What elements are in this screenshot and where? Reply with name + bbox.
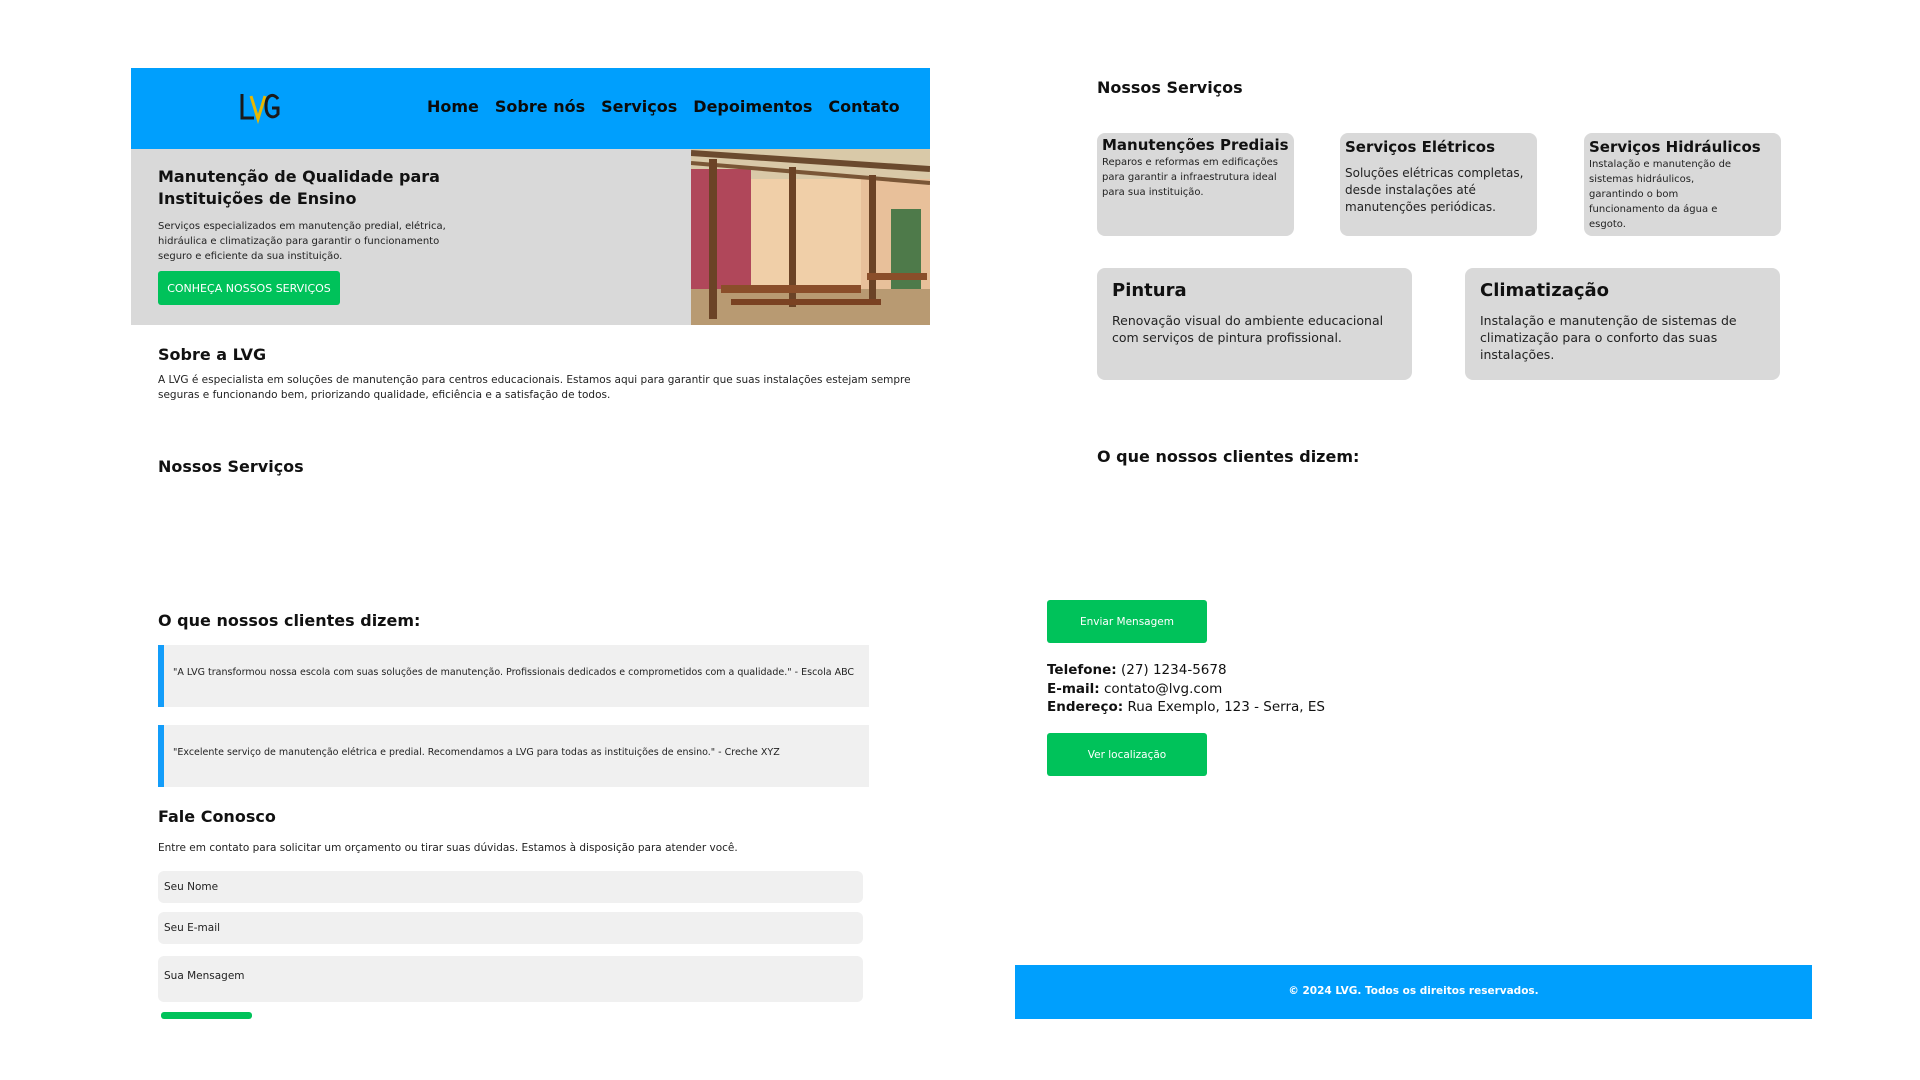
service-card-title: Climatização [1480,280,1610,301]
service-card-text: Instalação e manutenção de sistemas hidr… [1589,159,1732,230]
services-title: Nossos Serviços [158,457,304,476]
service-card: Serviços Hidráulicos Instalação e manute… [1584,133,1781,236]
submit-button[interactable] [161,1012,252,1019]
phone-value: (27) 1234-5678 [1120,662,1227,678]
about-text: A LVG é especialista em soluções de manu… [158,374,911,401]
address-value: Rua Exemplo, 123 - Serra, ES [1127,699,1325,715]
nav-contact[interactable]: Contato [828,97,899,116]
service-card-title: Serviços Elétricos [1345,138,1496,156]
email-label: E-mail: [1047,681,1100,697]
service-card-text: Renovação visual do ambiente educacional… [1112,313,1384,345]
service-card: Climatização Instalação e manutenção de … [1465,268,1780,380]
nav-services[interactable]: Serviços [601,97,677,116]
service-card: Pintura Renovação visual do ambiente edu… [1097,268,1412,380]
service-card-title: Serviços Hidráulicos [1589,138,1761,156]
hero-text: Serviços especializados em manutenção pr… [158,221,446,262]
hero-title: Manutenção de Qualidade para Instituiçõe… [158,167,440,208]
right-testimonials-title: O que nossos clientes dizem: [1097,447,1360,466]
service-card-title: Manutenções Prediais [1102,136,1289,154]
service-card-text: Reparos e reformas em edificações para g… [1102,157,1278,198]
nav-about[interactable]: Sobre nós [495,97,585,116]
services-cta-button[interactable]: CONHEÇA NOSSOS SERVIÇOS [158,271,340,305]
service-card: Manutenções Prediais Reparos e reformas … [1097,133,1294,236]
nav-testimonials[interactable]: Depoimentos [693,97,812,116]
email-line: E-mail: contato@lvg.com [1047,681,1222,697]
message-field[interactable] [158,956,863,1002]
view-location-button[interactable]: Ver localização [1047,733,1207,776]
testimonial-item: "A LVG transformou nossa escola com suas… [158,645,869,707]
nav-home[interactable]: Home [427,97,479,116]
site-header: Home Sobre nós Serviços Depoimentos Cont… [131,68,930,149]
testimonials-title: O que nossos clientes dizem: [158,611,421,630]
testimonial-text: "A LVG transformou nossa escola com suas… [173,667,855,678]
address-line: Endereço: Rua Exemplo, 123 - Serra, ES [1047,699,1325,715]
email-field[interactable] [158,912,863,944]
phone-label: Telefone: [1047,662,1117,678]
contact-intro: Entre em contato para solicitar um orçam… [158,842,738,854]
email-value: contato@lvg.com [1103,681,1223,697]
lvg-logo[interactable] [238,90,282,125]
send-message-button[interactable]: Enviar Mensagem [1047,600,1207,643]
about-title: Sobre a LVG [158,345,267,364]
service-card-title: Pintura [1112,280,1187,301]
address-label: Endereço: [1047,699,1124,715]
service-card-text: Soluções elétricas completas, desde inst… [1345,166,1524,214]
site-footer: © 2024 LVG. Todos os direitos reservados… [1015,965,1812,1019]
main-nav: Home Sobre nós Serviços Depoimentos Cont… [427,97,900,116]
contact-title: Fale Conosco [158,807,276,826]
testimonial-text: "Excelente serviço de manutenção elétric… [173,747,780,758]
right-services-title: Nossos Serviços [1097,78,1243,97]
service-card-text: Instalação e manutenção de sistemas de c… [1480,313,1737,362]
service-card: Serviços Elétricos Soluções elétricas co… [1340,133,1537,236]
testimonial-item: "Excelente serviço de manutenção elétric… [158,725,869,787]
name-field[interactable] [158,871,863,903]
hero-image [691,149,930,325]
footer-text: © 2024 LVG. Todos os direitos reservados… [1288,985,1539,997]
hero-section: Manutenção de Qualidade para Instituiçõe… [131,149,930,325]
phone-line: Telefone: (27) 1234-5678 [1047,662,1227,678]
